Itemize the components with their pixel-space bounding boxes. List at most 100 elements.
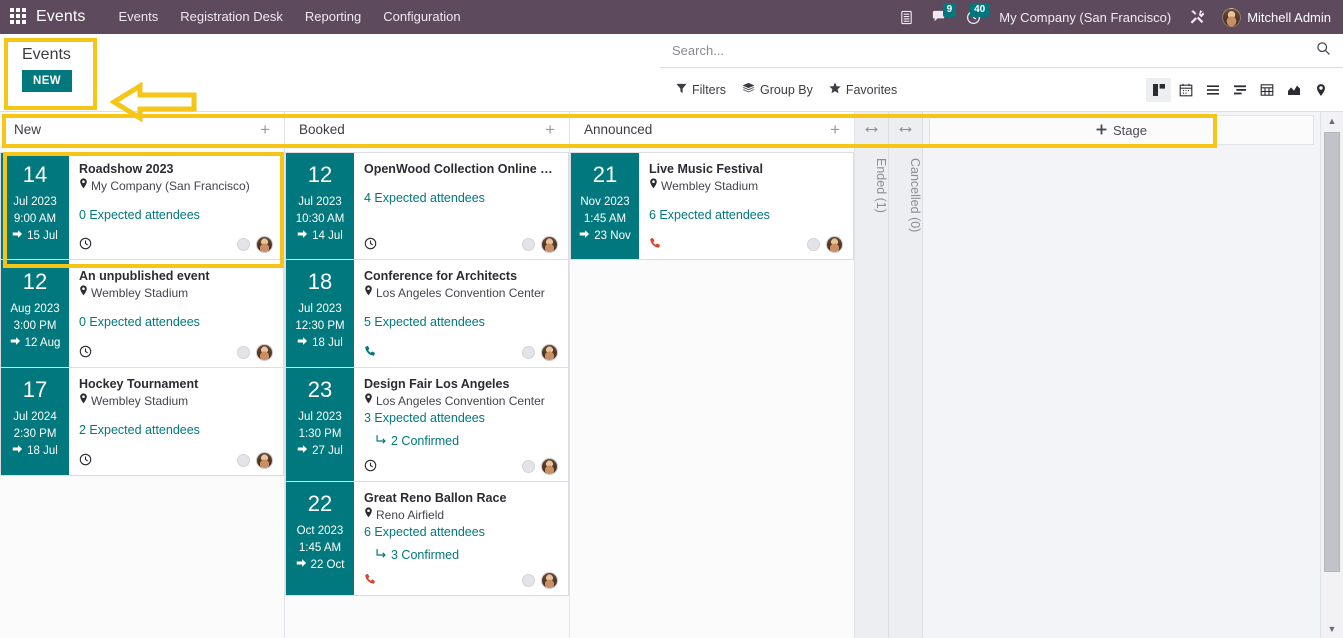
card-clock-icon[interactable] xyxy=(79,237,92,252)
arrow-right-icon xyxy=(297,335,308,352)
card-expected-attendees[interactable]: 3 Expected attendees xyxy=(364,410,558,427)
kanban-card[interactable]: 12 Aug 2023 3:00 PM 12 Aug An unpublished ev… xyxy=(0,260,284,368)
kanban-card[interactable]: 14 Jul 2023 9:00 AM 15 Jul Roadshow 2023 My C… xyxy=(0,152,284,260)
group-by-dropdown[interactable]: Group By xyxy=(734,78,821,101)
expand-column-icon[interactable] xyxy=(855,112,888,148)
search-input[interactable] xyxy=(668,43,1316,58)
card-color-picker[interactable] xyxy=(522,574,535,587)
card-expected-attendees[interactable]: 2 Expected attendees xyxy=(79,422,273,439)
map-pin-icon xyxy=(79,178,88,195)
list-view-button[interactable] xyxy=(1200,78,1225,102)
filters-label: Filters xyxy=(692,82,727,97)
company-switcher[interactable]: My Company (San Francisco) xyxy=(990,10,1180,25)
kanban-card[interactable]: 23 Jul 2023 1:30 PM 27 Jul Design Fair Los A… xyxy=(285,368,569,482)
card-assignee-avatar[interactable] xyxy=(541,344,558,361)
card-clock-icon[interactable] xyxy=(364,237,377,252)
card-assignee-avatar[interactable] xyxy=(541,458,558,475)
graph-view-button[interactable] xyxy=(1281,78,1306,102)
card-expected-attendees[interactable]: 4 Expected attendees xyxy=(364,190,558,207)
expand-column-icon[interactable] xyxy=(889,112,922,148)
card-assignee-avatar[interactable] xyxy=(541,572,558,589)
card-end-date: 18 Jul xyxy=(12,443,58,460)
pivot-view-button[interactable] xyxy=(1254,78,1279,102)
messages-icon[interactable]: 9 xyxy=(923,0,957,34)
tools-icon[interactable] xyxy=(1180,0,1214,34)
card-color-picker[interactable] xyxy=(522,238,535,251)
add-stage-button[interactable]: Stage xyxy=(929,115,1314,145)
kanban-column-collapsed[interactable]: Cancelled (0) xyxy=(889,112,923,638)
card-location-label: Reno Airfield xyxy=(376,508,445,522)
kanban-column-collapsed-title[interactable]: Ended (1) xyxy=(855,148,888,638)
kanban-column-title[interactable]: New xyxy=(14,122,256,137)
card-confirmed-label: 3 Confirmed xyxy=(391,548,460,562)
kanban-column-add-button[interactable]: + xyxy=(826,121,844,138)
search-icon[interactable] xyxy=(1316,41,1331,60)
card-expected-attendees[interactable]: 6 Expected attendees xyxy=(364,524,558,541)
card-assignee-avatar[interactable] xyxy=(256,344,273,361)
card-expected-attendees[interactable]: 5 Expected attendees xyxy=(364,314,558,331)
card-clock-icon[interactable] xyxy=(364,459,377,474)
card-color-picker[interactable] xyxy=(807,238,820,251)
vertical-scrollbar[interactable]: ▲ ▼ xyxy=(1320,112,1343,638)
card-assignee-avatar[interactable] xyxy=(826,236,843,253)
kanban-view-button[interactable] xyxy=(1146,77,1171,102)
kanban-card[interactable]: 22 Oct 2023 1:45 AM 22 Oct Great Reno Ballon… xyxy=(285,482,569,596)
card-color-picker[interactable] xyxy=(237,346,250,359)
card-phone-icon[interactable] xyxy=(364,345,377,360)
card-color-picker[interactable] xyxy=(237,454,250,467)
card-expected-attendees[interactable]: 6 Expected attendees xyxy=(649,207,843,224)
user-menu[interactable]: Mitchell Admin xyxy=(1214,7,1335,27)
kanban-column-collapsed-title[interactable]: Cancelled (0) xyxy=(889,148,922,638)
menu-events[interactable]: Events xyxy=(108,0,170,34)
scroll-up-arrow-icon[interactable]: ▲ xyxy=(1321,112,1343,130)
card-title: Great Reno Ballon Race xyxy=(364,491,507,505)
kanban-column-title[interactable]: Booked xyxy=(299,122,541,137)
card-location-label: Wembley Stadium xyxy=(661,179,759,193)
card-assignee-avatar[interactable] xyxy=(256,452,273,469)
favorites-dropdown[interactable]: Favorites xyxy=(821,78,905,101)
new-button[interactable]: NEW xyxy=(22,70,73,92)
menu-reporting[interactable]: Reporting xyxy=(294,0,372,34)
breadcrumb[interactable]: Events xyxy=(22,45,72,65)
kanban-column-title[interactable]: Announced xyxy=(584,122,826,137)
card-clock-icon[interactable] xyxy=(79,345,92,360)
card-confirmed-attendees[interactable]: 2 Confirmed xyxy=(364,433,558,450)
scrollbar-thumb[interactable] xyxy=(1324,132,1340,572)
card-assignee-avatar[interactable] xyxy=(256,236,273,253)
card-color-picker[interactable] xyxy=(237,238,250,251)
card-color-picker[interactable] xyxy=(522,346,535,359)
kanban-card[interactable]: 21 Nov 2023 1:45 AM 23 Nov Live Music Festiv… xyxy=(570,152,854,260)
scroll-down-arrow-icon[interactable]: ▼ xyxy=(1321,620,1343,638)
card-color-picker[interactable] xyxy=(522,460,535,473)
card-footer-right xyxy=(522,344,558,361)
kanban-card[interactable]: 17 Jul 2024 2:30 PM 18 Jul Hockey Tournament… xyxy=(0,368,284,476)
card-confirmed-attendees[interactable]: 3 Confirmed xyxy=(364,547,558,564)
kanban-column-collapsed[interactable]: Ended (1) xyxy=(855,112,889,638)
apps-grid-icon[interactable] xyxy=(10,8,28,26)
filters-dropdown[interactable]: Filters xyxy=(668,79,734,101)
kanban-card[interactable]: 12 Jul 2023 10:30 AM 14 Jul OpenWood Collect… xyxy=(285,152,569,260)
menu-registration-desk[interactable]: Registration Desk xyxy=(169,0,294,34)
menu-configuration[interactable]: Configuration xyxy=(372,0,471,34)
calendar-view-button[interactable] xyxy=(1173,78,1198,102)
card-clock-icon[interactable] xyxy=(79,453,92,468)
kanban-column-add-button[interactable]: + xyxy=(541,121,559,138)
card-phone-icon[interactable] xyxy=(364,573,377,588)
card-expected-attendees[interactable]: 0 Expected attendees xyxy=(79,207,273,224)
card-expected-attendees[interactable]: 0 Expected attendees xyxy=(79,314,273,331)
card-day: 14 xyxy=(22,162,48,187)
search-bar xyxy=(660,34,1343,68)
map-view-button[interactable] xyxy=(1308,78,1333,102)
card-location-label: Los Angeles Convention Center xyxy=(376,394,545,408)
gantt-view-button[interactable] xyxy=(1227,78,1252,102)
card-phone-icon[interactable] xyxy=(649,237,662,252)
card-assignee-avatar[interactable] xyxy=(541,236,558,253)
app-brand-events[interactable]: Events xyxy=(36,8,86,26)
kanban-column-add-button[interactable]: + xyxy=(256,121,274,138)
voip-phone-icon[interactable] xyxy=(890,0,923,34)
card-date-badge: 22 Oct 2023 1:45 AM 22 Oct xyxy=(286,482,354,595)
card-end-date-label: 18 Jul xyxy=(312,337,343,349)
activities-clock-icon[interactable]: 40 xyxy=(957,0,990,34)
card-location: Wembley Stadium xyxy=(79,285,273,302)
kanban-card[interactable]: 18 Jul 2023 12:30 PM 18 Jul Conference for A… xyxy=(285,260,569,368)
